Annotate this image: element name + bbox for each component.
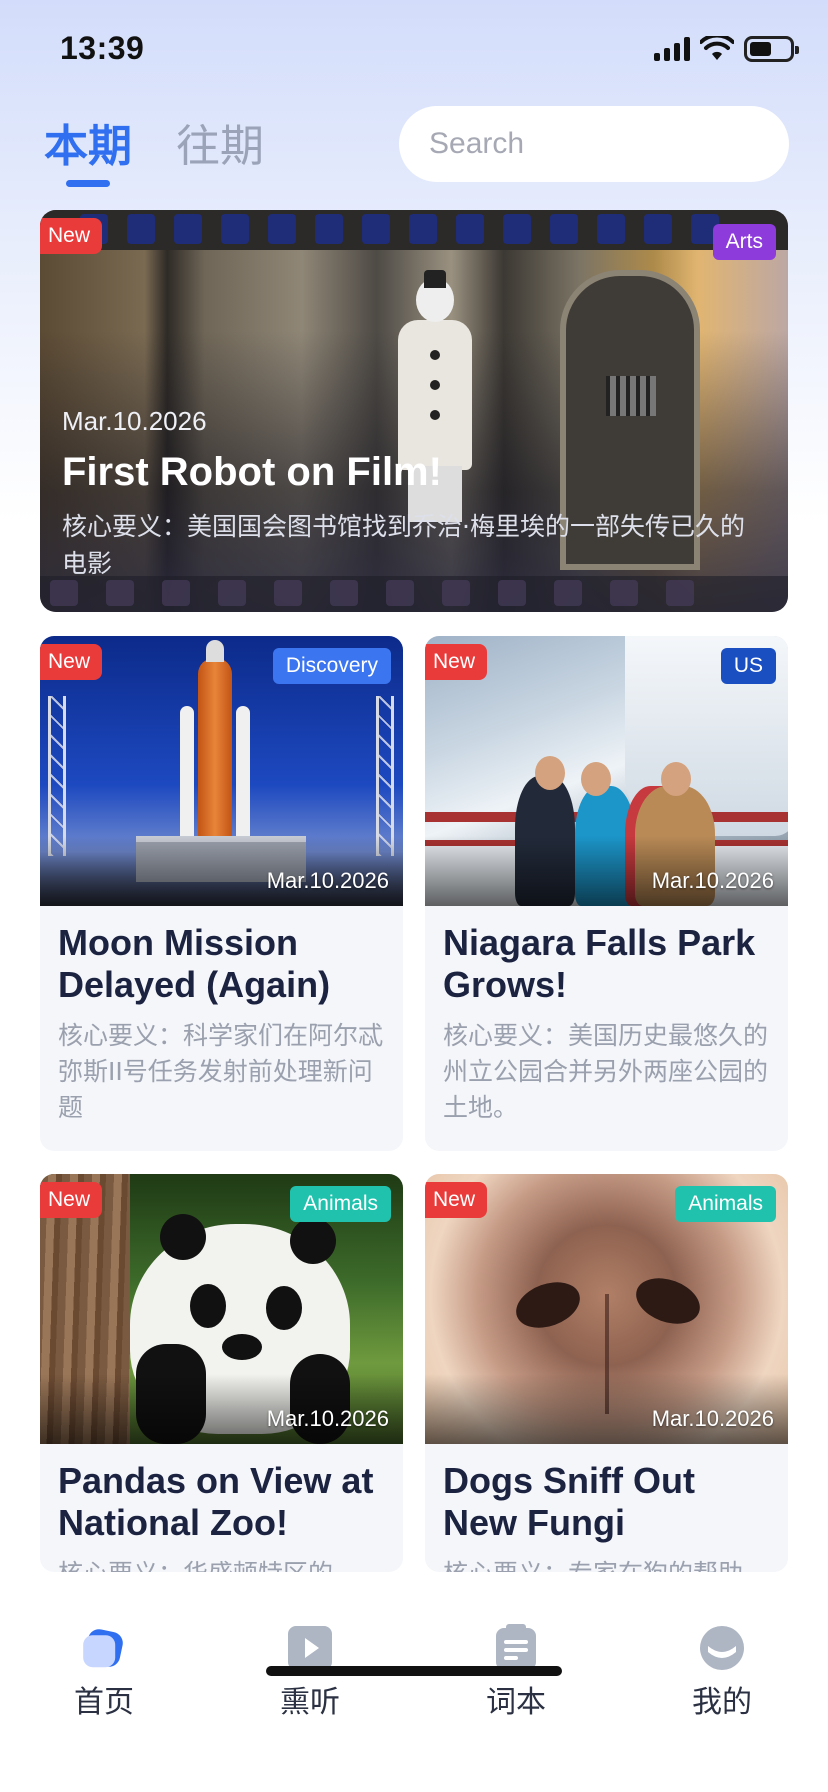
status-icons [654, 36, 799, 62]
category-badge: US [720, 648, 776, 684]
play-icon [288, 1626, 332, 1670]
article-date: Mar.10.2026 [651, 1406, 774, 1431]
search-bar[interactable] [399, 106, 815, 182]
home-icon [83, 1629, 123, 1668]
tabbar-item-profile[interactable]: 我的 [662, 1624, 782, 1721]
category-badge: Animals [290, 1186, 391, 1222]
dog-nose-image [509, 1273, 587, 1337]
category-badge: Discovery [272, 648, 391, 684]
status-bar: 13:39 [0, 0, 828, 100]
film-strip-graphic [40, 210, 788, 250]
article-date: Mar.10.2026 [62, 406, 207, 436]
featured-article-card[interactable]: New Arts Mar.10.2026 First Robot on Film… [40, 210, 788, 612]
profile-icon [700, 1626, 744, 1670]
article-date: Mar.10.2026 [266, 1406, 389, 1431]
launch-tower [48, 696, 66, 856]
category-badge: Arts [712, 224, 776, 260]
article-date: Mar.10.2026 [651, 868, 774, 893]
article-card[interactable]: Mar.10.2026 New Animals Pandas on View a… [40, 1174, 403, 1572]
article-card[interactable]: Mar.10.2026 New Animals Dogs Sniff Out N… [425, 1174, 788, 1572]
new-badge: New [40, 644, 103, 680]
new-badge: New [425, 1182, 488, 1218]
wifi-icon [700, 36, 734, 60]
article-summary: 核心要义：美国国会图书馆找到乔治·梅里埃的一部失传已久的电影 [62, 512, 745, 578]
tabbar-item-home[interactable]: 首页 [44, 1624, 164, 1721]
new-badge: New [425, 644, 488, 680]
tab-past-issues[interactable]: 往期 [176, 110, 264, 174]
article-title: Dogs Sniff Out New Fungi [443, 1460, 695, 1543]
notebook-icon [496, 1624, 536, 1670]
article-card[interactable]: Mar.10.2026 New Discovery Moon Mission D… [40, 636, 403, 1151]
article-card[interactable]: Mar.10.2026 New US Niagara Falls Park Gr… [425, 636, 788, 1151]
rocket-image [198, 640, 232, 848]
tabbar-label: 我的 [692, 1685, 752, 1720]
article-summary: 核心要义：美国历史最悠久的州立公园合并另外两座公园的土地。 [443, 1021, 769, 1122]
cellular-signal-icon [654, 37, 690, 61]
battery-icon [744, 36, 799, 62]
home-indicator [266, 1666, 562, 1676]
launch-tower [376, 696, 394, 856]
new-badge: New [40, 1182, 103, 1218]
article-summary: 核心要义：专家在狗的帮助 [425, 1544, 788, 1572]
article-summary: 核心要义：科学家们在阿尔忒弥斯II号任务发射前处理新问题 [58, 1021, 384, 1122]
status-time: 13:39 [60, 30, 145, 66]
article-title: First Robot on Film! [62, 450, 442, 494]
search-input[interactable] [429, 127, 815, 161]
tabbar-label: 首页 [74, 1685, 134, 1720]
article-title: Pandas on View at National Zoo! [58, 1460, 374, 1543]
header: 本期 往期 [0, 100, 828, 200]
article-date: Mar.10.2026 [266, 868, 389, 893]
article-title: Niagara Falls Park Grows! [443, 922, 756, 1005]
tabbar-label: 熏听 [280, 1685, 340, 1720]
article-title: Moon Mission Delayed (Again) [58, 922, 331, 1005]
active-tab-indicator [66, 180, 110, 187]
article-summary: 核心要义：华盛顿特区的 [40, 1544, 403, 1572]
category-badge: Animals [675, 1186, 776, 1222]
tab-current-issue[interactable]: 本期 [44, 110, 132, 174]
bottom-tab-bar: 首页 熏听 词本 我的 [0, 1572, 828, 1792]
new-badge: New [40, 218, 103, 254]
tabbar-label: 词本 [486, 1685, 546, 1720]
